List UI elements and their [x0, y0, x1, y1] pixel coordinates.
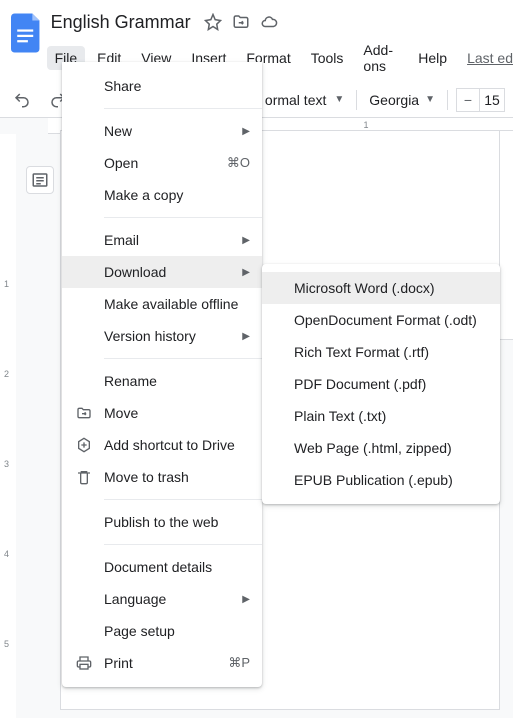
menu-separator	[104, 108, 262, 109]
ruler-mark: 1	[4, 279, 9, 289]
menu-item-page-setup[interactable]: Page setup	[62, 615, 262, 647]
menu-item-rename[interactable]: Rename	[62, 365, 262, 397]
font-size-value[interactable]: 15	[480, 92, 504, 108]
export-pdf[interactable]: PDF Document (.pdf)	[262, 368, 500, 400]
vertical-ruler[interactable]: 1 2 3 4 5	[0, 134, 16, 718]
menu-separator	[104, 499, 262, 500]
menu-item-new[interactable]: New▶	[62, 115, 262, 147]
move-to-folder-icon[interactable]	[231, 12, 251, 32]
ruler-mark: 3	[4, 459, 9, 469]
submenu-arrow-icon: ▶	[236, 267, 250, 278]
paragraph-style-label: ormal text	[265, 92, 326, 108]
undo-button[interactable]	[8, 86, 36, 114]
star-icon[interactable]	[203, 12, 223, 32]
cloud-status-icon[interactable]	[259, 12, 279, 32]
submenu-arrow-icon: ▶	[236, 331, 250, 342]
toolbar-separator	[447, 90, 448, 110]
menu-addons[interactable]: Add-ons	[355, 38, 406, 78]
document-page[interactable]	[499, 130, 513, 340]
menu-item-make-copy[interactable]: Make a copy	[62, 179, 262, 211]
menu-item-open[interactable]: Open⌘O	[62, 147, 262, 179]
menu-item-publish[interactable]: Publish to the web	[62, 506, 262, 538]
ruler-mark: 4	[4, 549, 9, 559]
export-docx[interactable]: Microsoft Word (.docx)	[262, 272, 500, 304]
ruler-mark: 2	[4, 369, 9, 379]
chevron-down-icon: ▼	[425, 94, 435, 105]
outline-toggle-button[interactable]	[26, 166, 54, 194]
menu-item-trash[interactable]: Move to trash	[62, 461, 262, 493]
move-icon	[74, 403, 94, 423]
menu-item-add-shortcut[interactable]: Add shortcut to Drive	[62, 429, 262, 461]
font-size-control: − 15	[456, 88, 505, 112]
docs-logo[interactable]	[8, 8, 47, 58]
menu-separator	[104, 544, 262, 545]
export-odt[interactable]: OpenDocument Format (.odt)	[262, 304, 500, 336]
file-menu: Share New▶ Open⌘O Make a copy Email▶ Dow…	[62, 62, 262, 687]
submenu-arrow-icon: ▶	[236, 235, 250, 246]
export-epub[interactable]: EPUB Publication (.epub)	[262, 464, 500, 496]
export-html[interactable]: Web Page (.html, zipped)	[262, 432, 500, 464]
menu-item-move[interactable]: Move	[62, 397, 262, 429]
font-family-label: Georgia	[369, 92, 419, 108]
trash-icon	[74, 467, 94, 487]
submenu-arrow-icon: ▶	[236, 126, 250, 137]
ruler-mark: 1	[363, 120, 368, 130]
toolbar-separator	[356, 90, 357, 110]
export-txt[interactable]: Plain Text (.txt)	[262, 400, 500, 432]
menu-tools[interactable]: Tools	[303, 46, 352, 70]
menu-separator	[104, 217, 262, 218]
document-title[interactable]: English Grammar	[47, 10, 195, 35]
menu-item-share[interactable]: Share	[62, 70, 262, 102]
menu-item-language[interactable]: Language▶	[62, 583, 262, 615]
chevron-down-icon: ▼	[334, 94, 344, 105]
export-rtf[interactable]: Rich Text Format (.rtf)	[262, 336, 500, 368]
submenu-arrow-icon: ▶	[236, 594, 250, 605]
menu-item-print[interactable]: Print⌘P	[62, 647, 262, 679]
ruler-mark: 5	[4, 639, 9, 649]
menu-item-download[interactable]: Download▶	[62, 256, 262, 288]
menu-help[interactable]: Help	[410, 46, 455, 70]
last-edit-link[interactable]: Last ed	[467, 46, 513, 70]
menu-item-version-history[interactable]: Version history▶	[62, 320, 262, 352]
print-icon	[74, 653, 94, 673]
font-size-decrease[interactable]: −	[457, 89, 479, 111]
menu-separator	[104, 358, 262, 359]
menu-item-offline[interactable]: Make available offline	[62, 288, 262, 320]
menu-item-details[interactable]: Document details	[62, 551, 262, 583]
download-submenu: Microsoft Word (.docx) OpenDocument Form…	[262, 264, 500, 504]
font-family-select[interactable]: Georgia ▼	[365, 88, 439, 112]
shortcut-icon	[74, 435, 94, 455]
paragraph-style-select[interactable]: ormal text ▼	[261, 88, 348, 112]
menu-item-email[interactable]: Email▶	[62, 224, 262, 256]
